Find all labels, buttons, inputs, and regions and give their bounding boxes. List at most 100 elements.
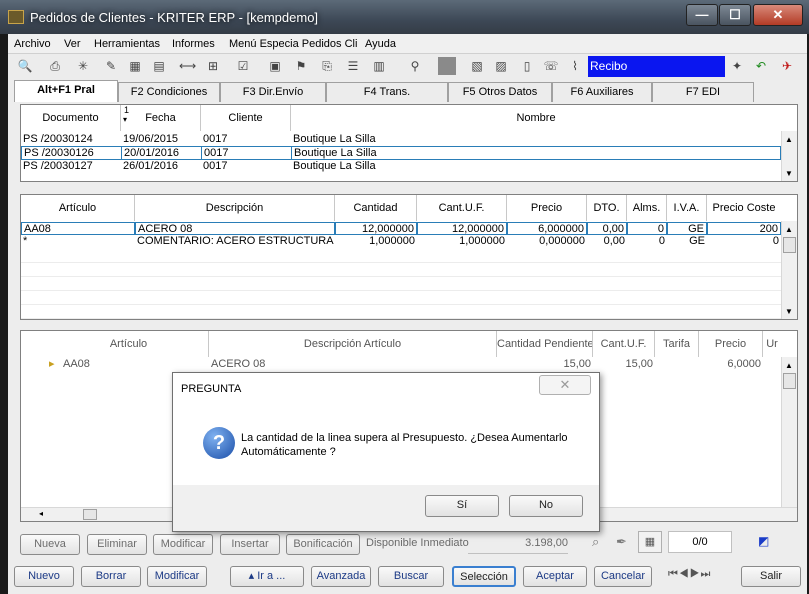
- col-dto[interactable]: DTO.: [587, 195, 627, 221]
- document-type-field[interactable]: Recibo: [588, 56, 725, 77]
- avanzada-button[interactable]: Avanzada: [311, 566, 371, 587]
- checklist-icon[interactable]: ☑: [234, 57, 252, 75]
- col-alms[interactable]: Alms.: [627, 195, 667, 221]
- col-pend-articulo[interactable]: Artículo: [49, 331, 209, 357]
- col-cliente[interactable]: Cliente: [201, 105, 291, 131]
- sparkle-icon[interactable]: ✳: [74, 57, 92, 75]
- col-fecha[interactable]: 1 ▾ Fecha: [121, 105, 201, 131]
- preview-icon[interactable]: 🔍: [16, 57, 34, 75]
- tab-dir-envio[interactable]: F3 Dir.Envío: [220, 82, 326, 102]
- insertar-button[interactable]: Insertar: [220, 534, 280, 555]
- undo-icon[interactable]: ↶: [752, 57, 770, 75]
- binoculars-icon[interactable]: ⌕: [592, 534, 599, 550]
- tab-principal[interactable]: Alt+F1 Pral: [14, 80, 118, 102]
- menu-ver[interactable]: Ver: [64, 38, 81, 50]
- calculator-icon[interactable]: ▦: [126, 57, 144, 75]
- dialog-close-button[interactable]: ✕: [539, 375, 591, 395]
- paperclip-icon[interactable]: ⌇: [566, 57, 584, 75]
- modificar-button[interactable]: Modificar: [147, 566, 207, 587]
- first-record-icon[interactable]: ⏮: [668, 568, 679, 580]
- col-pend-precio[interactable]: Precio: [699, 331, 763, 357]
- scroll-left-icon[interactable]: ◂: [39, 509, 43, 518]
- table-row[interactable]: AA08 ACERO 08 12,000000 12,000000 6,0000…: [21, 222, 781, 235]
- cell-precio[interactable]: 6,000000: [507, 222, 587, 235]
- prev-record-icon[interactable]: ◀: [679, 568, 690, 580]
- cell-alms[interactable]: 0: [627, 222, 667, 235]
- hscroll-thumb[interactable]: [83, 509, 97, 520]
- tab-edi[interactable]: F7 EDI: [652, 82, 754, 102]
- buscar-button[interactable]: Buscar: [378, 566, 444, 587]
- exit-icon[interactable]: ✈: [778, 57, 796, 75]
- salir-button[interactable]: Salir: [741, 566, 801, 587]
- stamp-icon[interactable]: ⎘: [318, 57, 336, 75]
- calendar-icon[interactable]: ▨: [492, 57, 510, 75]
- pen-icon[interactable]: ✒: [616, 534, 627, 550]
- table-row[interactable]: PS /20030127 26/01/2016 0017 Boutique La…: [21, 160, 781, 173]
- table-row[interactable]: ▸ AA08 ACERO 08 15,00 15,00 6,0000: [21, 358, 781, 371]
- col-precio[interactable]: Precio: [507, 195, 587, 221]
- wand-icon[interactable]: ✎: [102, 57, 120, 75]
- scroll-up-icon[interactable]: ▲: [785, 135, 793, 144]
- ir-a-button[interactable]: ▴ Ir a ...: [230, 566, 304, 587]
- list-icon[interactable]: ☰: [344, 57, 362, 75]
- link-icon[interactable]: ⟷: [178, 57, 196, 75]
- col-pend-tarifa[interactable]: Tarifa: [655, 331, 699, 357]
- yes-button[interactable]: Sí: [425, 495, 499, 517]
- col-pend-cant-uf[interactable]: Cant.U.F.: [593, 331, 655, 357]
- square-icon[interactable]: [438, 57, 456, 75]
- color-palette-icon[interactable]: ◩: [758, 534, 769, 548]
- cell-dto[interactable]: 0,00: [587, 222, 627, 235]
- cell-iva[interactable]: GE: [667, 222, 707, 235]
- tab-condiciones[interactable]: F2 Condiciones: [118, 82, 220, 102]
- scroll-up-icon[interactable]: ▲: [785, 225, 793, 234]
- col-nombre[interactable]: Nombre: [291, 105, 781, 131]
- no-button[interactable]: No: [509, 495, 583, 517]
- cell-descripcion[interactable]: ACERO 08: [135, 222, 335, 235]
- menu-archivo[interactable]: Archivo: [14, 38, 51, 50]
- col-pend-descripcion[interactable]: Descripción Artículo: [209, 331, 497, 357]
- bonificacion-button[interactable]: Bonificación: [286, 534, 360, 555]
- scroll-down-icon[interactable]: ▼: [785, 307, 793, 316]
- next-record-icon[interactable]: ▶: [690, 568, 701, 580]
- menu-ayuda[interactable]: Ayuda: [365, 38, 396, 50]
- cell-articulo[interactable]: AA08: [21, 222, 135, 235]
- cell-cantidad[interactable]: 12,000000: [335, 222, 417, 235]
- tree-icon[interactable]: ⊞: [204, 57, 222, 75]
- table-icon[interactable]: ▥: [370, 57, 388, 75]
- phone-icon[interactable]: ☏: [542, 57, 560, 75]
- col-articulo[interactable]: Artículo: [21, 195, 135, 221]
- pending-scrollbar[interactable]: ▲: [781, 357, 797, 507]
- seleccion-button[interactable]: Selección: [452, 566, 516, 587]
- eliminar-button[interactable]: Eliminar: [87, 534, 147, 555]
- tab-otros-datos[interactable]: F5 Otros Datos: [448, 82, 552, 102]
- col-documento[interactable]: Documento: [21, 105, 121, 131]
- borrar-button[interactable]: Borrar: [81, 566, 141, 587]
- aceptar-button[interactable]: Aceptar: [523, 566, 587, 587]
- tab-trans[interactable]: F4 Trans.: [326, 82, 448, 102]
- grid-icon[interactable]: ▣: [266, 57, 284, 75]
- col-iva[interactable]: I.V.A.: [667, 195, 707, 221]
- table-row[interactable]: PS /20030124 19/06/2015 0017 Boutique La…: [21, 133, 781, 146]
- col-pend-cantidad[interactable]: Cantidad Pendiente: [497, 331, 593, 357]
- last-record-icon[interactable]: ⏭: [701, 568, 712, 580]
- print-icon[interactable]: ⎙: [46, 57, 64, 75]
- menu-especia-pedidos[interactable]: Menú Especia Pedidos Cli: [229, 38, 357, 50]
- nuevo-button[interactable]: Nuevo: [14, 566, 74, 587]
- tab-auxiliares[interactable]: F6 Auxiliares: [552, 82, 652, 102]
- invoice-icon[interactable]: ▧: [468, 57, 486, 75]
- nueva-button[interactable]: Nueva: [20, 534, 80, 555]
- col-pend-ur[interactable]: Ur: [763, 331, 781, 357]
- maximize-button[interactable]: ☐: [719, 4, 751, 26]
- documents-scrollbar[interactable]: ▲ ▼: [781, 131, 797, 181]
- page-icon[interactable]: ▯: [518, 57, 536, 75]
- close-button[interactable]: ✕: [753, 4, 803, 26]
- pin-icon[interactable]: ⚲: [406, 57, 424, 75]
- scroll-down-icon[interactable]: ▼: [785, 169, 793, 178]
- menu-informes[interactable]: Informes: [172, 38, 215, 50]
- grid-view-icon[interactable]: ▦: [638, 531, 662, 553]
- filter-icon[interactable]: ⚑: [292, 57, 310, 75]
- col-precio-coste[interactable]: Precio Coste: [707, 195, 781, 221]
- col-cant-uf[interactable]: Cant.U.F.: [417, 195, 507, 221]
- bulb-icon[interactable]: ✦: [728, 57, 746, 75]
- col-descripcion[interactable]: Descripción: [135, 195, 335, 221]
